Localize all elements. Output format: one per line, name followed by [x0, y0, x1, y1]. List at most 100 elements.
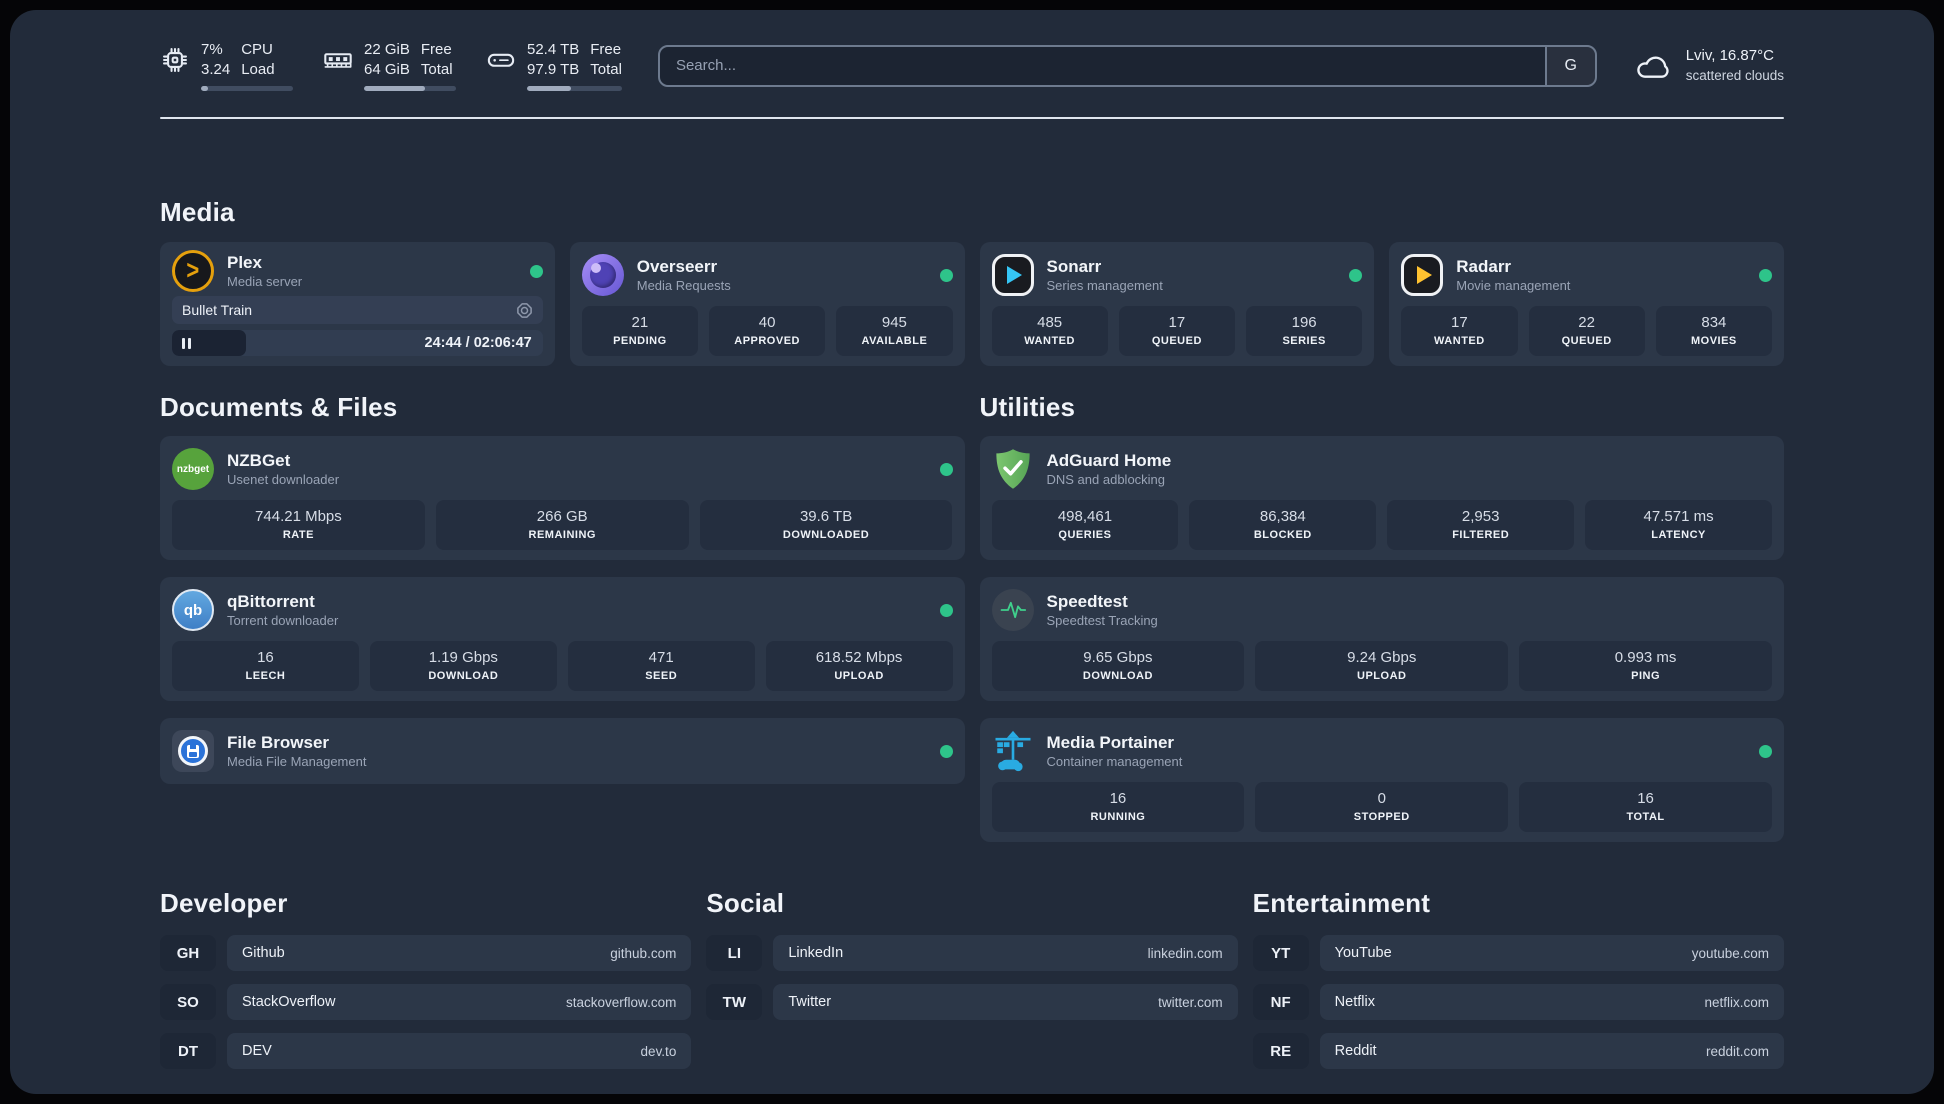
app-description: Media Requests: [636, 277, 731, 293]
overseerr-icon: [581, 254, 624, 296]
now-playing-title: Bullet Train: [182, 302, 253, 318]
app-card-sonarr[interactable]: Sonarr Series management 485 WANTED 17 QUE…: [979, 242, 1375, 366]
section-title-documents: Documents & Files: [160, 392, 398, 422]
stat-pill: 471 SEED: [567, 641, 755, 691]
app-card-overseerr[interactable]: Overseerr Media Requests 21 PENDING 40 APP…: [569, 242, 965, 366]
app-description: Movie management: [1456, 277, 1571, 293]
gear-icon[interactable]: [516, 302, 533, 319]
cloud-icon: [1636, 56, 1669, 78]
app-name: Speedtest: [1046, 591, 1128, 611]
stat-pill: 86,384 BLOCKED: [1189, 500, 1377, 550]
stat-pill: 16 RUNNING: [991, 782, 1245, 832]
stat-pill: 0 STOPPED: [1255, 782, 1509, 832]
bookmark-linkedin[interactable]: LI LinkedIn linkedin.com: [706, 935, 1238, 971]
app-name: File Browser: [227, 732, 330, 752]
app-name: Plex: [227, 252, 262, 272]
ram-free-value: 22 GiB: [364, 41, 410, 58]
ram-total-value: 64 GiB: [364, 60, 410, 78]
stat-pill: 17 WANTED: [1401, 306, 1518, 356]
cpu-load-value: 3.24: [201, 60, 231, 78]
bookmark-github[interactable]: GH Github github.com: [160, 935, 692, 971]
bookmark-twitter[interactable]: TW Twitter twitter.com: [706, 984, 1238, 1020]
system-stats: 7% 3.24 CPU Load 22 GiB 64 GiB Free Tota…: [160, 40, 622, 91]
cpu-percent: 7%: [201, 41, 223, 58]
app-card-radarr[interactable]: Radarr Movie management 17 WANTED 22 QUEUE…: [1389, 242, 1784, 366]
stat-pill: 0.993 ms PING: [1519, 641, 1772, 691]
radarr-icon: [1401, 254, 1444, 296]
disk-total-value: 97.9 TB: [527, 60, 580, 78]
stat-pill: 498,461 QUERIES: [991, 500, 1179, 550]
app-description: DNS and adblocking: [1046, 471, 1166, 487]
bookmark-name: LinkedIn: [788, 945, 844, 961]
playback-elapsed: [172, 330, 247, 356]
stat-pill: 9.65 Gbps DOWNLOAD: [991, 641, 1245, 691]
ram-total-label: Total: [420, 60, 453, 78]
bookmark-domain: netflix.com: [1704, 994, 1769, 1010]
media-grid: > Plex Media server Bullet Train 24:44 /…: [160, 242, 1784, 366]
app-name: Radarr: [1456, 256, 1512, 276]
app-card-portainer[interactable]: Media Portainer Container management 16 R…: [979, 718, 1784, 842]
status-online-dot: [939, 744, 953, 758]
app-card-plex[interactable]: > Plex Media server Bullet Train 24:44 /…: [160, 242, 555, 366]
cpu-label: CPU: [241, 41, 273, 58]
stat-pill: 2,953 FILTERED: [1387, 500, 1575, 550]
app-card-adguard[interactable]: AdGuard Home DNS and adblocking 498,461 Q…: [979, 436, 1784, 560]
pause-icon[interactable]: [182, 337, 191, 349]
section-title-utilities: Utilities: [979, 392, 1076, 422]
stat-pill: 16 LEECH: [172, 641, 359, 691]
status-online-dot: [1759, 744, 1772, 758]
app-card-qbittorrent[interactable]: qb qBittorrent Torrent downloader 16 LEEC…: [160, 577, 965, 701]
app-name: Sonarr: [1046, 256, 1102, 276]
bookmark-group-social: Social LI LinkedIn linkedin.com TW Twitte…: [706, 888, 1238, 1033]
stat-pill: 40 APPROVED: [709, 306, 826, 356]
bookmark-name: Github: [242, 945, 285, 961]
app-description: Container management: [1046, 753, 1183, 769]
stat-pill: 834 MOVIES: [1655, 306, 1772, 356]
bookmark-netflix[interactable]: NF Netflix netflix.com: [1252, 984, 1784, 1020]
bookmark-dev[interactable]: DT DEV dev.to: [160, 1033, 692, 1069]
disk-free-value: 52.4 TB: [527, 41, 580, 58]
memory-stat: 22 GiB 64 GiB Free Total: [323, 40, 456, 91]
search-engine-button[interactable]: G: [1544, 46, 1595, 85]
search-input[interactable]: [659, 46, 1545, 85]
app-card-filebrowser[interactable]: File Browser Media File Management: [160, 718, 965, 784]
bookmark-abbr: RE: [1252, 1033, 1309, 1069]
app-card-speedtest[interactable]: Speedtest Speedtest Tracking 9.65 Gbps DO…: [979, 577, 1784, 701]
stat-pill: 17 QUEUED: [1118, 306, 1235, 356]
bookmark-domain: stackoverflow.com: [566, 994, 677, 1010]
disk-stat: 52.4 TB 97.9 TB Free Total: [486, 40, 622, 91]
app-name: Overseerr: [636, 256, 718, 276]
bookmark-abbr: SO: [160, 984, 216, 1020]
stat-pill: 744.21 Mbps RATE: [172, 500, 425, 550]
section-title-entertainment: Entertainment: [1252, 888, 1431, 918]
app-description: Torrent downloader: [227, 612, 339, 628]
ram-icon: [324, 52, 352, 68]
cpu-load-label: Load: [241, 60, 275, 78]
stat-pill: 47.571 ms LATENCY: [1585, 500, 1772, 550]
playback-progressbar[interactable]: 24:44 / 02:06:47: [172, 330, 543, 356]
bookmark-stackoverflow[interactable]: SO StackOverflow stackoverflow.com: [160, 984, 692, 1020]
speedtest-icon: [991, 589, 1034, 631]
bookmark-youtube[interactable]: YT YouTube youtube.com: [1252, 935, 1784, 971]
bookmark-abbr: NF: [1252, 984, 1309, 1020]
bookmark-name: Netflix: [1334, 994, 1375, 1010]
disk-total-label: Total: [590, 60, 622, 78]
bookmark-abbr: TW: [706, 984, 763, 1020]
now-playing-bar: Bullet Train: [172, 296, 543, 324]
sonarr-icon: [991, 254, 1034, 296]
bookmark-abbr: GH: [160, 935, 216, 971]
bookmark-name: DEV: [242, 1043, 272, 1059]
section-title-developer: Developer: [160, 888, 288, 918]
bookmark-domain: dev.to: [640, 1043, 677, 1059]
weather-condition: scattered clouds: [1685, 67, 1784, 83]
qbittorrent-icon: qb: [172, 589, 214, 631]
stat-pill: 39.6 TB DOWNLOADED: [699, 500, 953, 550]
bookmark-abbr: DT: [160, 1033, 216, 1069]
app-name: qBittorrent: [227, 591, 315, 611]
app-card-nzbget[interactable]: nzbget NZBGet Usenet downloader 744.21 M…: [160, 436, 965, 560]
filebrowser-icon: [172, 730, 214, 772]
cpu-progressbar: [201, 86, 293, 91]
app-description: Media File Management: [227, 753, 367, 769]
bookmark-reddit[interactable]: RE Reddit reddit.com: [1252, 1033, 1784, 1069]
stat-pill: 1.19 Gbps DOWNLOAD: [369, 641, 557, 691]
